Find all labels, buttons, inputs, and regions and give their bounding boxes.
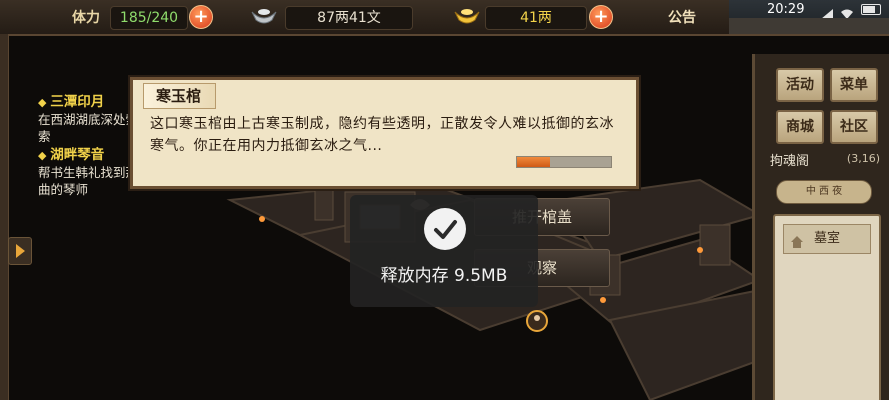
stamina-value: 185/240 [110, 6, 188, 30]
left-frame [0, 34, 9, 400]
gold-value: 41两 [485, 6, 587, 30]
clock: 20:29 [767, 2, 805, 17]
wifi-icon [841, 4, 853, 19]
location-coords: (3,16) [846, 152, 880, 165]
add-stamina-button[interactable]: + [189, 5, 213, 29]
top-resource-bar: 体力 185/240 + 87两41文 41两 + 公告 20:29 [0, 0, 889, 36]
room-item-label: 墓室 [814, 231, 841, 246]
compass-bar: 中 西 夜 [776, 180, 872, 204]
resist-progress-bar [516, 156, 612, 168]
toast-message: 释放内存 9.5MB [380, 266, 508, 286]
house-icon [790, 232, 804, 248]
stamina-label: 体力 [72, 10, 100, 26]
object-dialog: 寒玉棺 这口寒玉棺由上古寒玉制成，隐约有些透明，正散发令人难以抵御的玄冰寒气。你… [130, 77, 639, 189]
notice-button[interactable]: 公告 [668, 7, 696, 27]
gold-ingot-icon [453, 4, 481, 28]
system-status-bar: 20:29 [729, 0, 889, 34]
menu-button[interactable]: 菜单 [830, 68, 878, 102]
shop-button[interactable]: 商城 [776, 110, 824, 144]
dialog-title: 寒玉棺 [143, 83, 217, 109]
progress-fill [517, 157, 550, 167]
dialog-text: 这口寒玉棺由上古寒玉制成，隐约有些透明，正散发令人难以抵御的玄冰寒气。你正在用内… [150, 116, 614, 154]
location-name: 拘魂阁 [770, 154, 810, 169]
add-gold-button[interactable]: + [589, 5, 613, 29]
silver-value: 87两41文 [285, 6, 413, 30]
location-row: 拘魂阁 (3,16) [770, 150, 880, 174]
memory-release-toast: 释放内存 9.5MB [350, 195, 538, 307]
room-list-card: 墓室 [773, 214, 881, 400]
checkmark-icon [424, 208, 466, 250]
tiled-roof [729, 18, 889, 34]
play-arrow-icon [16, 244, 25, 258]
events-button[interactable]: 活动 [776, 68, 824, 102]
silver-ingot-icon [250, 4, 278, 28]
battery-icon [861, 4, 881, 15]
room-item[interactable]: 墓室 [783, 224, 871, 254]
signal-icon [821, 4, 833, 19]
community-button[interactable]: 社区 [830, 110, 878, 144]
expand-quest-panel-button[interactable] [8, 237, 32, 265]
